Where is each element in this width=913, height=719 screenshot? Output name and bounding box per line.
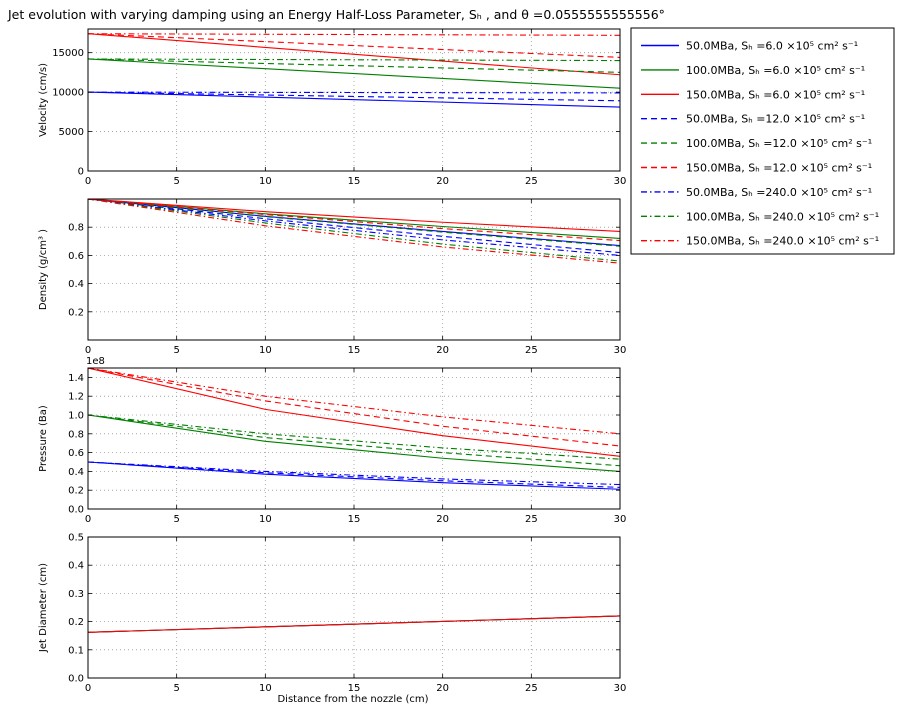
jet-diameter-x-tick-label: 20 — [436, 683, 449, 694]
density-panel: 0 5 10 15 20 25 30 0.2 0.4 0.6 0.8 Density (g/cm³ ) — [38, 198, 627, 356]
velocity-series-line-7 — [88, 58, 620, 62]
pressure-axes-frame — [87, 367, 621, 510]
pressure-scale-label: 1e8 — [86, 356, 105, 367]
density-y-tick-label: 0.6 — [68, 251, 84, 262]
legend-label-7: 100.0MBa, Sₕ =240.0 ×10⁵ cm² s⁻¹ — [686, 210, 879, 223]
density-x-tick-label: 30 — [614, 345, 627, 356]
pressure-y-tick-label: 0.0 — [68, 505, 84, 516]
pressure-x-tick-label: 15 — [348, 514, 361, 525]
jet-diameter-panel: 0 5 10 15 20 25 30 0.0 0.1 0.2 0.3 0.4 0.5 Jet Diamet… — [38, 533, 626, 695]
jet-diameter-y-tick-label: 0.5 — [68, 533, 84, 544]
jet-diameter-x-tick-label: 10 — [259, 683, 272, 694]
jet-diameter-y-axis-label: Jet Diameter (cm) — [38, 563, 49, 653]
velocity-y-tick-label: 0 — [78, 167, 84, 178]
velocity-x-tick-label: 5 — [173, 176, 179, 187]
x-axis-label: Distance from the nozzle (cm) — [277, 694, 428, 705]
velocity-y-tick-label: 10000 — [52, 88, 84, 99]
velocity-x-tick-label: 15 — [348, 176, 361, 187]
pressure-y-axis-label: Pressure (Ba) — [38, 405, 49, 472]
density-x-tick-label: 25 — [525, 345, 538, 356]
density-x-tick-label: 0 — [85, 345, 91, 356]
pressure-x-tick-label: 30 — [614, 514, 627, 525]
pressure-x-tick-label: 0 — [85, 514, 91, 525]
jet-diameter-y-tick-label: 0.3 — [68, 589, 84, 600]
figure-title: Jet evolution with varying damping using… — [7, 7, 665, 22]
jet-diameter-y-tick-label: 0.4 — [68, 561, 84, 572]
pressure-y-tick-label: 0.6 — [68, 448, 84, 459]
pressure-y-tick-label: 1.0 — [68, 411, 84, 422]
figure: Jet evolution with varying damping using… — [7, 7, 895, 705]
density-x-tick-label: 5 — [173, 345, 179, 356]
legend-label-8: 150.0MBa, Sₕ =240.0 ×10⁵ cm² s⁻¹ — [686, 235, 879, 248]
velocity-x-tick-label: 30 — [614, 176, 627, 187]
pressure-y-tick-label: 1.4 — [68, 373, 84, 384]
pressure-x-tick-label: 25 — [525, 514, 538, 525]
legend-label-3: 50.0MBa, Sₕ =12.0 ×10⁵ cm² s⁻¹ — [686, 113, 865, 126]
pressure-series-line-1 — [88, 414, 620, 472]
density-y-tick-label: 0.4 — [68, 279, 84, 290]
pressure-x-tick-label: 20 — [436, 514, 449, 525]
jet-diameter-x-tick-label: 30 — [614, 683, 627, 694]
velocity-x-tick-label: 10 — [259, 176, 272, 187]
velocity-x-tick-label: 0 — [85, 176, 91, 187]
density-x-tick-label: 20 — [436, 345, 449, 356]
pressure-panel: 0 5 10 15 20 25 30 0.0 0.2 0.4 0.6 0.8 1.0 1.2 1.4 Pres… — [38, 356, 626, 525]
velocity-y-axis-label: Velocity (cm/s) — [38, 63, 49, 137]
pressure-series-line-5 — [88, 368, 620, 447]
legend-label-4: 100.0MBa, Sₕ =12.0 ×10⁵ cm² s⁻¹ — [686, 137, 872, 150]
pressure-x-tick-label: 10 — [259, 514, 272, 525]
jet-diameter-x-tick-label: 15 — [348, 683, 361, 694]
jet-diameter-y-tick-label: 0.0 — [68, 674, 84, 685]
velocity-x-tick-label: 20 — [436, 176, 449, 187]
jet-diameter-y-tick-label: 0.2 — [68, 617, 84, 628]
pressure-y-tick-label: 0.8 — [68, 429, 84, 440]
density-y-tick-label: 0.8 — [68, 223, 84, 234]
jet-diameter-y-tick-label: 0.1 — [68, 645, 84, 656]
legend-label-5: 150.0MBa, Sₕ =12.0 ×10⁵ cm² s⁻¹ — [686, 162, 872, 175]
jet-diameter-x-tick-label: 0 — [85, 683, 91, 694]
density-y-axis-label: Density (g/cm³ ) — [38, 229, 49, 310]
velocity-series-line-1 — [88, 58, 620, 89]
jet-diameter-x-tick-label: 5 — [173, 683, 179, 694]
density-y-tick-label: 0.2 — [68, 307, 84, 318]
velocity-x-tick-label: 25 — [525, 176, 538, 187]
density-x-tick-label: 10 — [259, 345, 272, 356]
jet-diameter-axes-frame — [87, 536, 621, 679]
legend-label-0: 50.0MBa, Sₕ =6.0 ×10⁵ cm² s⁻¹ — [686, 40, 858, 53]
jet-diameter-x-tick-label: 25 — [525, 683, 538, 694]
pressure-y-tick-label: 1.2 — [68, 392, 84, 403]
pressure-y-tick-label: 0.4 — [68, 467, 84, 478]
pressure-x-tick-label: 5 — [173, 514, 179, 525]
velocity-y-tick-label: 5000 — [59, 127, 84, 138]
legend-label-1: 100.0MBa, Sₕ =6.0 ×10⁵ cm² s⁻¹ — [686, 64, 865, 77]
legend: 50.0MBa, Sₕ =6.0 ×10⁵ cm² s⁻¹ 100.0MBa, S… — [630, 27, 895, 255]
pressure-y-tick-label: 0.2 — [68, 486, 84, 497]
velocity-y-tick-label: 15000 — [52, 48, 84, 59]
density-x-tick-label: 15 — [348, 345, 361, 356]
velocity-panel: 0 5 10 15 20 25 30 0 5000 10000 15000Velocity (cm/… — [38, 28, 627, 187]
legend-label-2: 150.0MBa, Sₕ =6.0 ×10⁵ cm² s⁻¹ — [686, 88, 865, 101]
legend-label-6: 50.0MBa, Sₕ =240.0 ×10⁵ cm² s⁻¹ — [686, 186, 872, 199]
